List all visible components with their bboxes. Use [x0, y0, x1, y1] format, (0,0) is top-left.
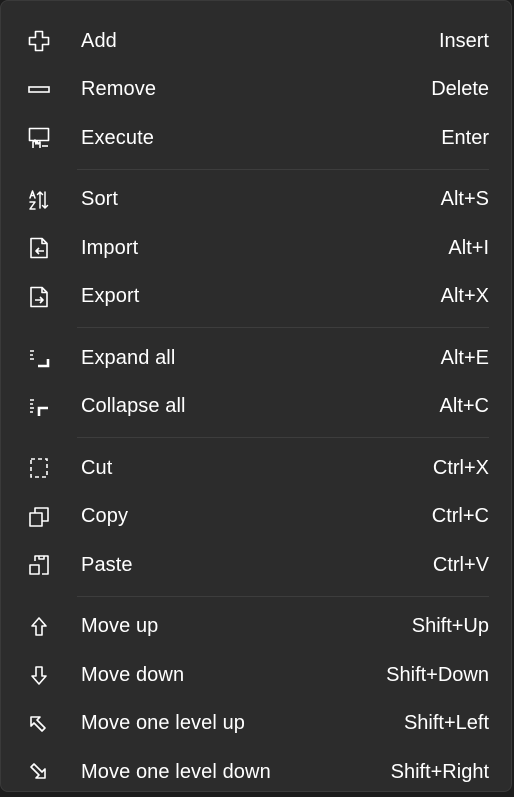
- menu-item-label: Import: [81, 236, 139, 259]
- menu-item-label: Execute: [81, 126, 154, 149]
- menu-separator: [77, 437, 489, 438]
- menu-item-label: Add: [81, 29, 117, 52]
- export-icon: [27, 285, 51, 309]
- menu-item-import[interactable]: Import Alt+I: [1, 224, 511, 273]
- menu-item-label: Move one level up: [81, 712, 246, 735]
- menu-item-expand-all[interactable]: Expand all Alt+E: [1, 334, 511, 383]
- menu-item-cut[interactable]: Cut Ctrl+X: [1, 444, 511, 493]
- menu-item-label: Sort: [81, 188, 119, 211]
- menu-item-label: Move up: [81, 615, 159, 638]
- menu-item-add[interactable]: Add Insert: [1, 17, 511, 66]
- paste-icon: [27, 553, 51, 577]
- menu-item-execute[interactable]: Execute Enter: [1, 114, 511, 163]
- menu-item-shortcut: Alt+X: [440, 285, 489, 308]
- menu-item-sort[interactable]: Sort Alt+S: [1, 176, 511, 225]
- menu-item-shortcut: Shift+Left: [403, 712, 489, 735]
- menu-item-collapse-all[interactable]: Collapse all Alt+C: [1, 383, 511, 432]
- expand-all-icon: [27, 346, 51, 370]
- menu-item-label: Move down: [81, 663, 185, 686]
- move-level-up-icon: [27, 712, 51, 736]
- menu-item-label: Cut: [81, 456, 113, 479]
- menu-item-shortcut: Alt+C: [439, 395, 489, 418]
- remove-icon: [27, 78, 51, 102]
- menu-item-label: Expand all: [81, 346, 176, 369]
- copy-icon: [27, 505, 51, 529]
- menu-item-shortcut: Ctrl+V: [432, 553, 489, 576]
- menu-item-copy[interactable]: Copy Ctrl+C: [1, 493, 511, 542]
- menu-item-shortcut: Shift+Down: [386, 663, 489, 686]
- menu-item-label: Remove: [81, 78, 157, 101]
- menu-item-move-up[interactable]: Move up Shift+Up: [1, 603, 511, 652]
- menu-item-shortcut: Delete: [431, 78, 489, 101]
- menu-separator: [77, 327, 489, 328]
- menu-item-remove[interactable]: Remove Delete: [1, 66, 511, 115]
- move-up-icon: [27, 615, 51, 639]
- menu-item-shortcut: Alt+I: [448, 236, 489, 259]
- collapse-all-icon: [27, 395, 51, 419]
- menu-item-shortcut: Ctrl+X: [432, 456, 489, 479]
- add-icon: [27, 29, 51, 53]
- menu-item-move-one-level-down[interactable]: Move one level down Shift+Right: [1, 748, 511, 797]
- sort-icon: [27, 188, 51, 212]
- menu-item-label: Copy: [81, 505, 129, 528]
- menu-item-shortcut: Shift+Up: [411, 615, 489, 638]
- menu-item-label: Move one level down: [81, 760, 271, 783]
- menu-item-shortcut: Alt+E: [440, 346, 489, 369]
- menu-item-paste[interactable]: Paste Ctrl+V: [1, 541, 511, 590]
- menu-item-move-one-level-up[interactable]: Move one level up Shift+Left: [1, 700, 511, 749]
- import-icon: [27, 236, 51, 260]
- context-menu: Add Insert Remove Delete Execute Enter S…: [0, 0, 512, 792]
- menu-item-shortcut: Shift+Right: [390, 760, 489, 783]
- move-level-down-icon: [27, 760, 51, 784]
- menu-item-export[interactable]: Export Alt+X: [1, 273, 511, 322]
- move-down-icon: [27, 663, 51, 687]
- execute-icon: [27, 126, 51, 150]
- cut-icon: [27, 456, 51, 480]
- menu-item-move-down[interactable]: Move down Shift+Down: [1, 651, 511, 700]
- menu-item-label: Collapse all: [81, 395, 186, 418]
- menu-separator: [77, 595, 489, 597]
- menu-item-label: Export: [81, 285, 140, 308]
- menu-item-shortcut: Enter: [441, 126, 489, 149]
- menu-separator: [77, 168, 489, 170]
- menu-item-shortcut: Ctrl+C: [431, 505, 489, 528]
- menu-item-label: Paste: [81, 553, 133, 576]
- menu-item-shortcut: Alt+S: [440, 188, 489, 211]
- menu-item-shortcut: Insert: [438, 29, 489, 52]
